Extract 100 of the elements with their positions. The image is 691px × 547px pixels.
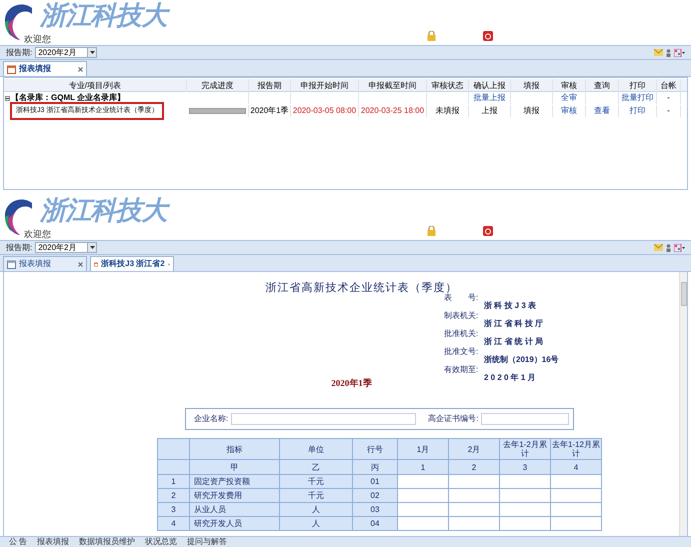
column-header: 报告期 <box>249 79 291 92</box>
field-label: 企业名称: <box>194 413 228 425</box>
indicator-name: 研究开发费用 <box>190 489 280 503</box>
bottom-tab[interactable]: 公 告 <box>9 536 28 547</box>
power-icon[interactable] <box>483 226 493 236</box>
input-cell[interactable] <box>398 503 449 517</box>
input-cell[interactable] <box>449 503 500 517</box>
palette-icon[interactable] <box>674 244 685 252</box>
form-title: 浙江省高新技术企业统计表（季度） <box>266 280 458 294</box>
submit-link[interactable]: 上报 <box>482 105 498 117</box>
close-icon[interactable] <box>78 262 83 266</box>
column-header: 确认上报 <box>469 79 511 92</box>
bottom-tab[interactable]: 数据填报员维护 <box>79 536 136 547</box>
column-header: 申报截至时间 <box>359 79 427 92</box>
batch-submit-link[interactable]: 批量上报 <box>474 92 506 104</box>
tab[interactable]: 报表填报 <box>3 256 87 271</box>
period-select[interactable]: 2020年2月 <box>35 242 98 253</box>
row-number: 1 <box>158 475 190 489</box>
input-cell[interactable] <box>398 475 449 489</box>
batch-print-link[interactable]: 批量打印 <box>622 92 654 104</box>
column-header: 专业/项目/列表 <box>4 79 187 92</box>
user-icon[interactable] <box>666 244 671 252</box>
user-icon[interactable] <box>666 48 671 56</box>
line-number: 03 <box>353 503 398 517</box>
report-period: 2020年1季 <box>331 376 372 390</box>
print-link[interactable]: 打印 <box>630 105 646 117</box>
start-time: 2020-03-05 08:00 <box>291 105 359 117</box>
tab[interactable]: 报表填报 <box>3 61 87 76</box>
input-cell[interactable] <box>398 489 449 503</box>
meta-label: 制表机关: <box>444 310 480 322</box>
welcome-text: 欢迎您 <box>24 228 51 241</box>
column-header: 打印 <box>619 79 657 92</box>
input-cell[interactable] <box>500 517 551 531</box>
input-cell[interactable] <box>500 503 551 517</box>
unit-cell: 人 <box>280 517 353 531</box>
input-field[interactable] <box>481 413 570 425</box>
indicator-name: 研究开发人员 <box>190 517 280 531</box>
column-header: 申报开始时间 <box>291 79 359 92</box>
column-header: 查询 <box>586 79 619 92</box>
row-number: 2 <box>158 489 190 503</box>
caret-icon <box>87 243 96 252</box>
input-cell[interactable] <box>398 517 449 531</box>
input-cell[interactable] <box>500 475 551 489</box>
row-number: 4 <box>158 517 190 531</box>
review-link[interactable]: 审核 <box>561 105 577 117</box>
input-cell[interactable] <box>551 503 602 517</box>
input-cell[interactable] <box>551 517 602 531</box>
unit-cell: 千元 <box>280 489 353 503</box>
fill-link[interactable]: 填报 <box>524 105 540 117</box>
close-icon[interactable] <box>78 66 83 72</box>
review-all-link[interactable]: 全审 <box>561 92 577 104</box>
unit-cell: 千元 <box>280 475 353 489</box>
table-cell: 未填报 <box>427 105 469 117</box>
form-icon <box>7 64 16 74</box>
end-time: 2020-03-25 18:00 <box>359 105 427 117</box>
line-number: 02 <box>353 489 398 503</box>
meta-value: 浙 江 省 统 计 局 <box>484 336 544 348</box>
input-cell[interactable] <box>449 489 500 503</box>
period-label: 报告期: <box>6 242 32 254</box>
input-cell[interactable] <box>551 475 602 489</box>
field-label: 高企证书编号: <box>428 413 478 425</box>
meta-label: 表 号: <box>444 293 480 304</box>
column-header: 台帐 <box>657 79 681 92</box>
tab[interactable]: 浙科技J3 浙江省2 <box>90 256 174 271</box>
unit-cell: 人 <box>280 503 353 517</box>
palette-icon[interactable] <box>674 48 685 56</box>
welcome-text: 欢迎您 <box>24 33 51 46</box>
mail-icon[interactable] <box>654 49 663 56</box>
input-cell[interactable] <box>500 489 551 503</box>
input-cell[interactable] <box>449 517 500 531</box>
line-number: 01 <box>353 475 398 489</box>
period-label: 报告期: <box>6 46 32 58</box>
bottom-tab[interactable]: 状况总览 <box>145 536 178 547</box>
group-title: 【名录库：GQML 企业名录库】 <box>11 92 126 104</box>
input-field[interactable] <box>231 413 416 425</box>
bottom-tab[interactable]: 提问与解答 <box>187 536 228 547</box>
table-cell: - <box>657 105 681 117</box>
lock-icon[interactable] <box>427 31 436 41</box>
period-select[interactable]: 2020年2月 <box>35 47 98 58</box>
power-icon[interactable] <box>483 31 493 41</box>
form-icon <box>94 260 98 268</box>
mail-icon[interactable] <box>654 244 663 251</box>
table-cell: 2020年1季 <box>249 105 291 117</box>
scrollbar[interactable] <box>679 272 687 536</box>
meta-label: 批准文号: <box>444 346 480 358</box>
input-cell[interactable] <box>449 475 500 489</box>
meta-value: 2 0 2 0 年 1 月 <box>484 372 537 384</box>
row-number: 3 <box>158 503 190 517</box>
line-number: 04 <box>353 517 398 531</box>
column-header: 完成进度 <box>187 79 249 92</box>
bottom-tab[interactable]: 报表填报 <box>37 536 70 547</box>
column-header: 填报 <box>511 79 553 92</box>
input-cell[interactable] <box>551 489 602 503</box>
column-header: 审核状态 <box>427 79 469 92</box>
meta-value: 浙 江 省 科 技 厅 <box>484 318 544 330</box>
collapse-icon[interactable] <box>5 96 10 100</box>
view-link[interactable]: 查看 <box>594 105 610 117</box>
lock-icon[interactable] <box>427 226 436 236</box>
indicator-name: 从业人员 <box>190 503 280 517</box>
meta-label: 有效期至: <box>444 364 480 376</box>
